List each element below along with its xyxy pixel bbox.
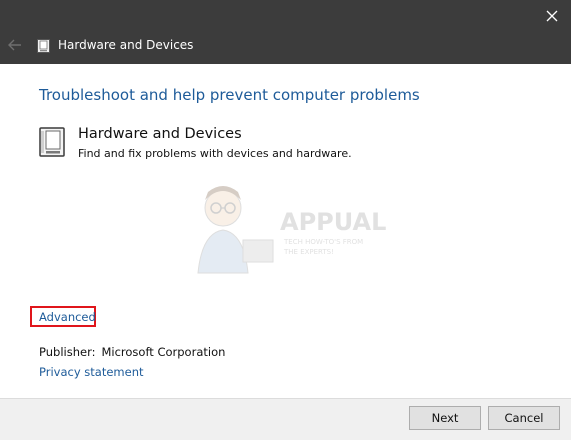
item-description: Find and fix problems with devices and h… [78, 147, 352, 160]
close-icon [546, 10, 558, 22]
watermark-tagline-1: TECH HOW-TO'S FROM [283, 238, 363, 246]
watermark-tagline-2: THE EXPERTS! [283, 248, 334, 256]
watermark-text: APPUALS [280, 208, 388, 236]
publisher-info: Publisher: Microsoft Corporation [39, 345, 225, 359]
hardware-device-icon [39, 127, 65, 157]
cancel-button[interactable]: Cancel [488, 406, 560, 430]
back-arrow-icon [8, 39, 21, 51]
advanced-link[interactable]: Advanced [39, 310, 96, 324]
hardware-device-icon [37, 39, 50, 53]
title-bar: Hardware and Devices [0, 0, 571, 64]
footer-bar [0, 398, 571, 440]
back-button[interactable] [4, 34, 26, 56]
privacy-statement-link[interactable]: Privacy statement [39, 365, 144, 379]
publisher-label: Publisher: [39, 345, 96, 359]
window-title: Hardware and Devices [58, 38, 194, 52]
publisher-value: Microsoft Corporation [101, 345, 226, 359]
troubleshooter-window: Hardware and Devices Troubleshoot and he… [0, 0, 571, 440]
appuals-watermark: APPUALS TECH HOW-TO'S FROM THE EXPERTS! [197, 186, 388, 274]
close-button[interactable] [537, 2, 567, 30]
next-button[interactable]: Next [409, 406, 481, 430]
page-heading: Troubleshoot and help prevent computer p… [39, 86, 420, 104]
item-title: Hardware and Devices [78, 126, 242, 142]
